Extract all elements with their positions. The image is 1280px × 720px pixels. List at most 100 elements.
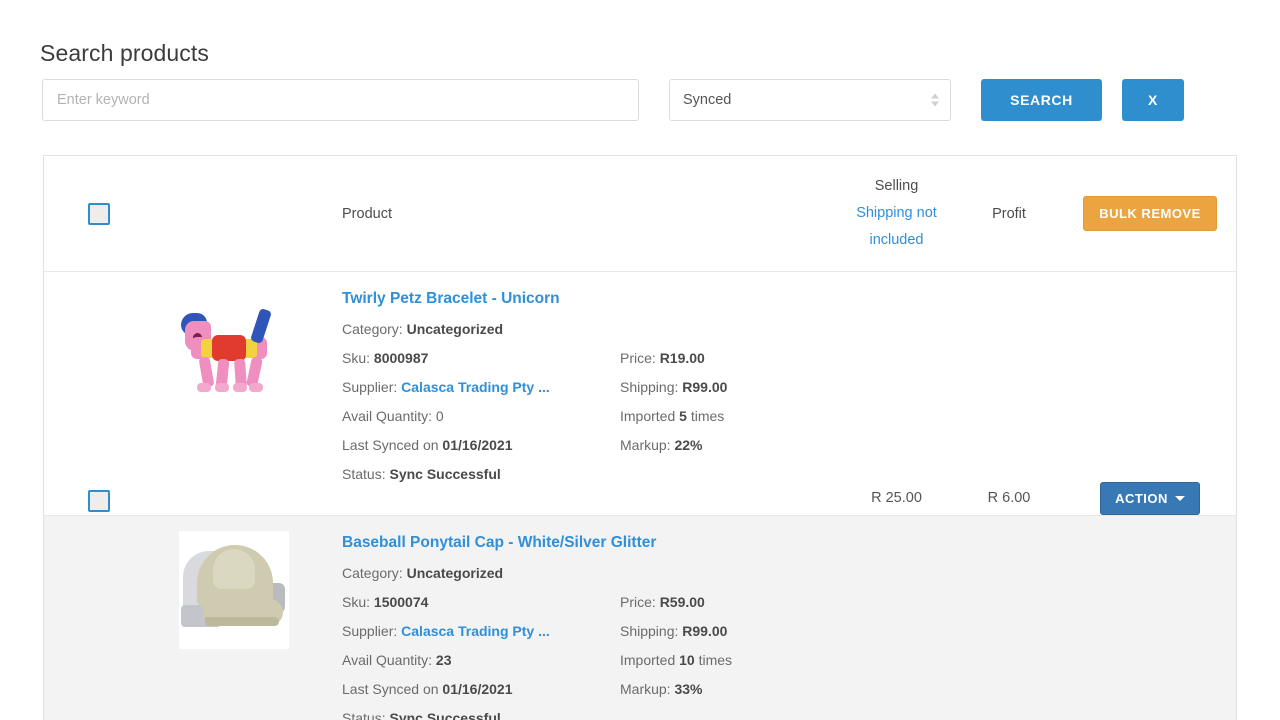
profit-cell: R 21.00 <box>954 516 1064 720</box>
clear-search-button[interactable]: X <box>1122 79 1184 121</box>
product-imported-count: Imported 5 times <box>620 408 839 424</box>
action-button[interactable]: ACTION <box>1100 482 1200 515</box>
shipping-label: Shipping: <box>620 379 679 396</box>
category-label: Category: <box>342 321 403 337</box>
bulk-action-cell: BULK REMOVE <box>1064 196 1236 231</box>
imported-suffix: times <box>698 652 733 669</box>
avail-label: Avail Quantity: <box>342 652 433 669</box>
price-value: R59.00 <box>659 594 705 610</box>
product-thumbnail-cell <box>154 272 314 405</box>
status-filter-wrapper: Synced <box>669 79 951 121</box>
product-shipping: Shipping: R99.00 <box>620 623 839 639</box>
supplier-link[interactable]: Calasca Trading Pty ... <box>401 379 550 395</box>
product-supplier: Supplier: Calasca Trading Pty ... <box>342 623 620 639</box>
product-status: Status: Sync Successful <box>342 466 620 482</box>
sku-value: 1500074 <box>373 594 429 610</box>
price-value: R19.00 <box>659 350 705 366</box>
synced-value: 01/16/2021 <box>442 681 513 698</box>
price-label: Price: <box>620 594 656 610</box>
avail-value: 23 <box>435 652 452 669</box>
category-label: Category: <box>342 565 403 581</box>
product-price: Price: R59.00 <box>620 594 839 610</box>
row-checkbox[interactable] <box>88 490 110 512</box>
sku-label: Sku: <box>342 594 371 610</box>
shipping-note-link-line1[interactable]: Shipping not <box>856 205 937 221</box>
product-price: Price: R19.00 <box>620 350 839 366</box>
product-category: Category: Uncategorized <box>342 321 839 337</box>
search-button[interactable]: SEARCH <box>981 79 1102 121</box>
row-select-cell <box>44 516 154 720</box>
imported-suffix: times <box>690 408 725 425</box>
product-info-cell: Twirly Petz Bracelet - Unicorn Category:… <box>314 272 839 495</box>
selling-price-cell: R 25.00 <box>871 490 922 506</box>
selling-column-header: Selling Shipping not included <box>839 173 954 254</box>
product-avail-quantity: Avail Quantity: 0 <box>342 408 620 424</box>
avail-label: Avail Quantity: <box>342 408 433 425</box>
product-imported-count: Imported 10 times <box>620 652 839 668</box>
search-input[interactable] <box>42 79 639 121</box>
status-filter-select[interactable]: Synced <box>669 79 951 121</box>
supplier-link[interactable]: Calasca Trading Pty ... <box>401 623 550 639</box>
shipping-note-link-line2[interactable]: included <box>869 232 923 248</box>
table-row: Baseball Ponytail Cap - White/Silver Gli… <box>44 516 1236 720</box>
products-table: Product Selling Shipping not included Pr… <box>43 155 1237 720</box>
status-label: Status: <box>342 710 386 720</box>
status-value: Sync Successful <box>389 710 501 720</box>
bulk-remove-button[interactable]: BULK REMOVE <box>1083 196 1217 231</box>
category-value: Uncategorized <box>406 565 504 581</box>
baseball-cap-thumbnail <box>179 531 289 649</box>
markup-value: 22% <box>674 437 703 454</box>
action-button-label: ACTION <box>1115 491 1168 506</box>
product-search-page: Search products Synced SEARCH X Product … <box>0 0 1280 720</box>
imported-count: 10 <box>679 652 695 669</box>
markup-label: Markup: <box>620 681 671 698</box>
markup-value: 33% <box>674 681 703 698</box>
shipping-value: R99.00 <box>682 623 728 640</box>
status-value: Sync Successful <box>389 466 501 483</box>
sku-label: Sku: <box>342 350 371 366</box>
product-column-header: Product <box>342 205 392 222</box>
product-title-link[interactable]: Baseball Ponytail Cap - White/Silver Gli… <box>342 534 839 552</box>
row-action-cell: ACTION <box>1064 272 1236 515</box>
page-title: Search products <box>40 40 209 66</box>
selling-price-cell: R 80.00 <box>839 516 954 720</box>
profit-cell: R 6.00 <box>987 490 1031 506</box>
select-all-cell <box>44 202 154 225</box>
product-last-synced: Last Synced on 01/16/2021 <box>342 681 620 697</box>
markup-label: Markup: <box>620 437 671 454</box>
supplier-label: Supplier: <box>342 623 398 640</box>
product-markup: Markup: 22% <box>620 437 839 453</box>
synced-label: Last Synced on <box>342 681 439 698</box>
category-value: Uncategorized <box>406 321 504 337</box>
product-avail-quantity: Avail Quantity: 23 <box>342 652 620 668</box>
row-select-cell <box>44 272 154 512</box>
product-title-link[interactable]: Twirly Petz Bracelet - Unicorn <box>342 290 839 308</box>
supplier-label: Supplier: <box>342 379 398 396</box>
table-header-row: Product Selling Shipping not included Pr… <box>44 156 1236 272</box>
synced-label: Last Synced on <box>342 437 439 454</box>
product-info-cell: Baseball Ponytail Cap - White/Silver Gli… <box>314 516 839 720</box>
imported-prefix: Imported <box>620 652 676 669</box>
shipping-label: Shipping: <box>620 623 679 640</box>
imported-count: 5 <box>679 408 687 425</box>
product-category: Category: Uncategorized <box>342 565 839 581</box>
chevron-down-icon <box>1174 496 1185 501</box>
search-controls: Synced SEARCH X <box>42 79 1184 121</box>
table-row: Twirly Petz Bracelet - Unicorn Category:… <box>44 272 1236 516</box>
row-action-cell: ACTION <box>1064 516 1236 720</box>
sku-value: 8000987 <box>373 350 429 366</box>
product-sku: Sku: 8000987 <box>342 350 620 366</box>
status-label: Status: <box>342 466 386 483</box>
product-supplier: Supplier: Calasca Trading Pty ... <box>342 379 620 395</box>
product-thumbnail-cell <box>154 516 314 649</box>
price-label: Price: <box>620 350 656 366</box>
imported-prefix: Imported <box>620 408 676 425</box>
selling-label: Selling <box>874 178 919 194</box>
product-status: Status: Sync Successful <box>342 710 620 720</box>
unicorn-bracelet-toy-thumbnail <box>179 287 289 405</box>
profit-column-header: Profit <box>992 205 1026 222</box>
product-sku: Sku: 1500074 <box>342 594 620 610</box>
select-all-checkbox[interactable] <box>88 202 110 225</box>
avail-value: 0 <box>435 408 444 425</box>
synced-value: 01/16/2021 <box>442 437 513 454</box>
